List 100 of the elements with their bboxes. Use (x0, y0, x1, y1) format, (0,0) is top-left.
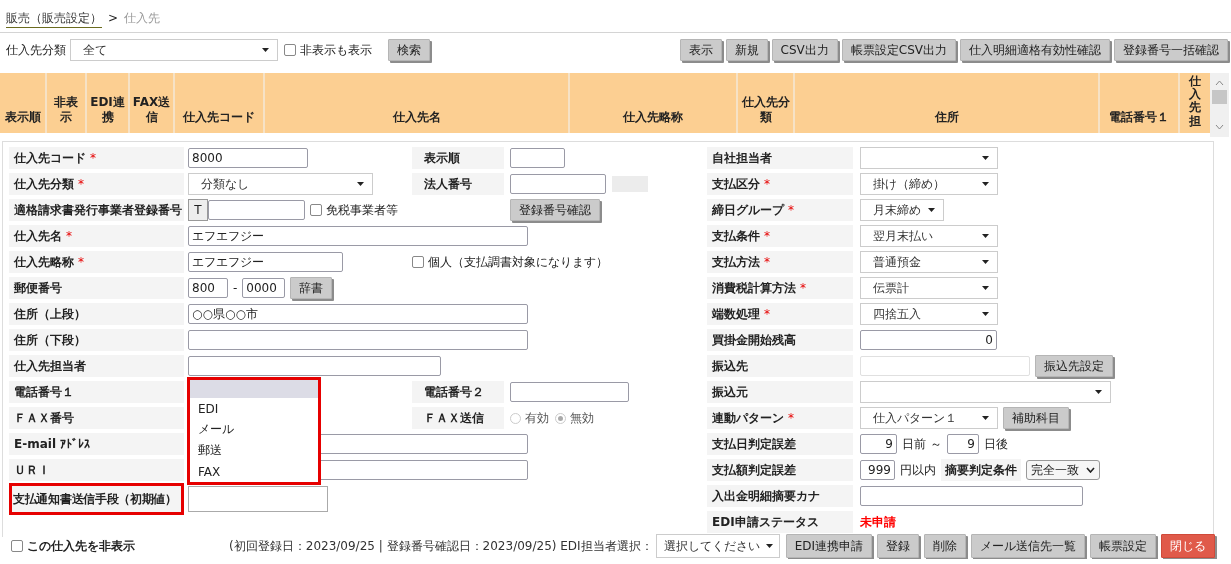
field-label: 適格請求書発行事業者登録番号 (9, 199, 184, 221)
select-field[interactable]: 普通預金 (860, 251, 998, 273)
column-header[interactable]: 仕入先名 (265, 73, 570, 133)
input-field[interactable]: エフエフジー (188, 226, 528, 246)
caret-icon (357, 182, 364, 186)
checkbox-label: 免税事業者等 (326, 201, 398, 219)
radio-label: 無効 (570, 409, 594, 427)
input-field[interactable] (188, 330, 528, 350)
column-header[interactable]: 仕入先コード (175, 73, 265, 133)
select-field[interactable]: 翌月末払い (860, 225, 998, 247)
checkbox[interactable] (11, 540, 23, 552)
radio-label: 有効 (525, 409, 549, 427)
radio-button[interactable] (510, 412, 521, 424)
toolbar-button[interactable]: 帳票設定CSV出力 (841, 39, 956, 61)
field-label: 自社担当者 (707, 147, 853, 169)
select-field[interactable] (188, 486, 328, 512)
field-label: 仕入先コード * (9, 147, 184, 169)
checkbox[interactable] (412, 256, 424, 268)
field-label: 支払条件 * (707, 225, 853, 247)
select-field[interactable] (860, 147, 998, 169)
column-header[interactable]: FAX送信 (130, 73, 175, 133)
dropdown-option[interactable]: FAX (190, 461, 318, 482)
toolbar-button[interactable]: 新規 (725, 39, 768, 61)
field-label: 振込先 (707, 355, 853, 377)
select-field[interactable]: 選択してください (655, 534, 780, 558)
action-button[interactable]: 辞書 (290, 277, 333, 299)
action-button[interactable]: 削除 (924, 534, 966, 558)
column-header[interactable]: 仕入先担 (1180, 73, 1210, 133)
required-mark: * (788, 203, 794, 217)
input-field[interactable] (510, 382, 629, 402)
unit-label: 円以内 (900, 461, 936, 479)
action-button[interactable]: メール送信先一覧 (971, 534, 1085, 558)
toolbar-button[interactable]: 仕入明細適格有効性確認 (960, 39, 1110, 61)
input-field[interactable] (208, 200, 305, 220)
scrollbar[interactable] (1210, 73, 1229, 137)
field-label: EDI申請ステータス (707, 511, 853, 533)
input-field[interactable]: ○○県○○市 (188, 304, 528, 324)
column-header[interactable]: 非表示 (47, 73, 87, 133)
input-field[interactable] (188, 356, 441, 376)
action-button[interactable]: 補助科目 (1003, 407, 1069, 429)
action-button[interactable]: 登録番号確認 (510, 199, 600, 221)
caret-icon (982, 312, 989, 316)
checkbox[interactable] (284, 44, 296, 56)
input-field[interactable]: 0000 (242, 278, 286, 298)
chevron-icon (1086, 467, 1095, 473)
close-button[interactable]: 閉じる (1161, 534, 1215, 558)
input-field[interactable]: 0 (860, 330, 997, 350)
input-field[interactable]: 800 (188, 278, 228, 298)
select-field[interactable]: 完全一致 (1026, 460, 1100, 480)
column-header[interactable]: 電話番号１ (1100, 73, 1180, 133)
field-label: 電話番号２ (412, 381, 504, 403)
required-mark: * (800, 281, 806, 295)
field-label: ＵＲＩ (9, 459, 184, 481)
field-label: 住所（上段） (9, 303, 184, 325)
caret-icon (982, 234, 989, 238)
search-button[interactable]: 検索 (388, 39, 430, 61)
input-field[interactable]: 9 (860, 434, 897, 454)
input-field[interactable]: エフエフジー (188, 252, 343, 272)
select-field[interactable]: 分類なし (188, 173, 373, 195)
caret-icon (982, 260, 989, 264)
radio-button[interactable] (555, 412, 566, 424)
breadcrumb-link[interactable]: 販売（販売設定） (6, 10, 102, 28)
select-field[interactable]: 月末締め (860, 199, 944, 221)
dropdown-option[interactable]: メール (190, 419, 318, 440)
category-select[interactable]: 全て (70, 39, 278, 61)
select-field[interactable] (860, 381, 1111, 403)
field-label: 摘要判定条件 (941, 459, 1021, 481)
field-label: 振込元 (707, 381, 853, 403)
required-mark: * (78, 177, 84, 191)
field-label: 表示順 (412, 147, 504, 169)
field-label: ＦＡＸ番号 (9, 407, 184, 429)
select-field[interactable]: 四捨五入 (860, 303, 998, 325)
action-button[interactable]: 帳票設定 (1090, 534, 1156, 558)
select-field[interactable]: 伝票計 (860, 277, 998, 299)
column-header[interactable]: 仕入先略称 (570, 73, 738, 133)
action-button[interactable]: 振込先設定 (1035, 355, 1113, 377)
dropdown-option[interactable]: EDI (190, 398, 318, 419)
column-header[interactable]: 住所 (795, 73, 1100, 133)
column-header[interactable]: 表示順 (0, 73, 47, 133)
checkbox-label: 個人（支払調書対象になります） (428, 253, 608, 271)
input-field[interactable]: 8000 (188, 148, 308, 168)
input-field[interactable] (510, 148, 565, 168)
field-label: 締日グループ * (707, 199, 853, 221)
select-field[interactable]: 掛け（締め） (860, 173, 998, 195)
caret-icon (982, 182, 989, 186)
input-field[interactable] (860, 486, 1083, 506)
action-button[interactable]: 登録 (877, 534, 919, 558)
select-field[interactable]: 仕入パターン１ (860, 407, 998, 429)
toolbar-button[interactable]: 表示 (679, 39, 722, 61)
breadcrumb-current: 仕入先 (124, 10, 161, 27)
toolbar-button[interactable]: 登録番号一括確認 (1114, 39, 1228, 61)
dropdown-option[interactable]: 郵送 (190, 440, 318, 461)
input-field[interactable]: 9 (946, 434, 979, 454)
input-field[interactable]: 999 (860, 460, 895, 480)
input-field[interactable] (510, 174, 606, 194)
toolbar-button[interactable]: CSV出力 (771, 39, 838, 61)
column-header[interactable]: EDI連携 (87, 73, 130, 133)
action-button[interactable]: EDI連携申請 (785, 534, 872, 558)
checkbox[interactable] (310, 204, 322, 216)
column-header[interactable]: 仕入先分類 (738, 73, 795, 133)
